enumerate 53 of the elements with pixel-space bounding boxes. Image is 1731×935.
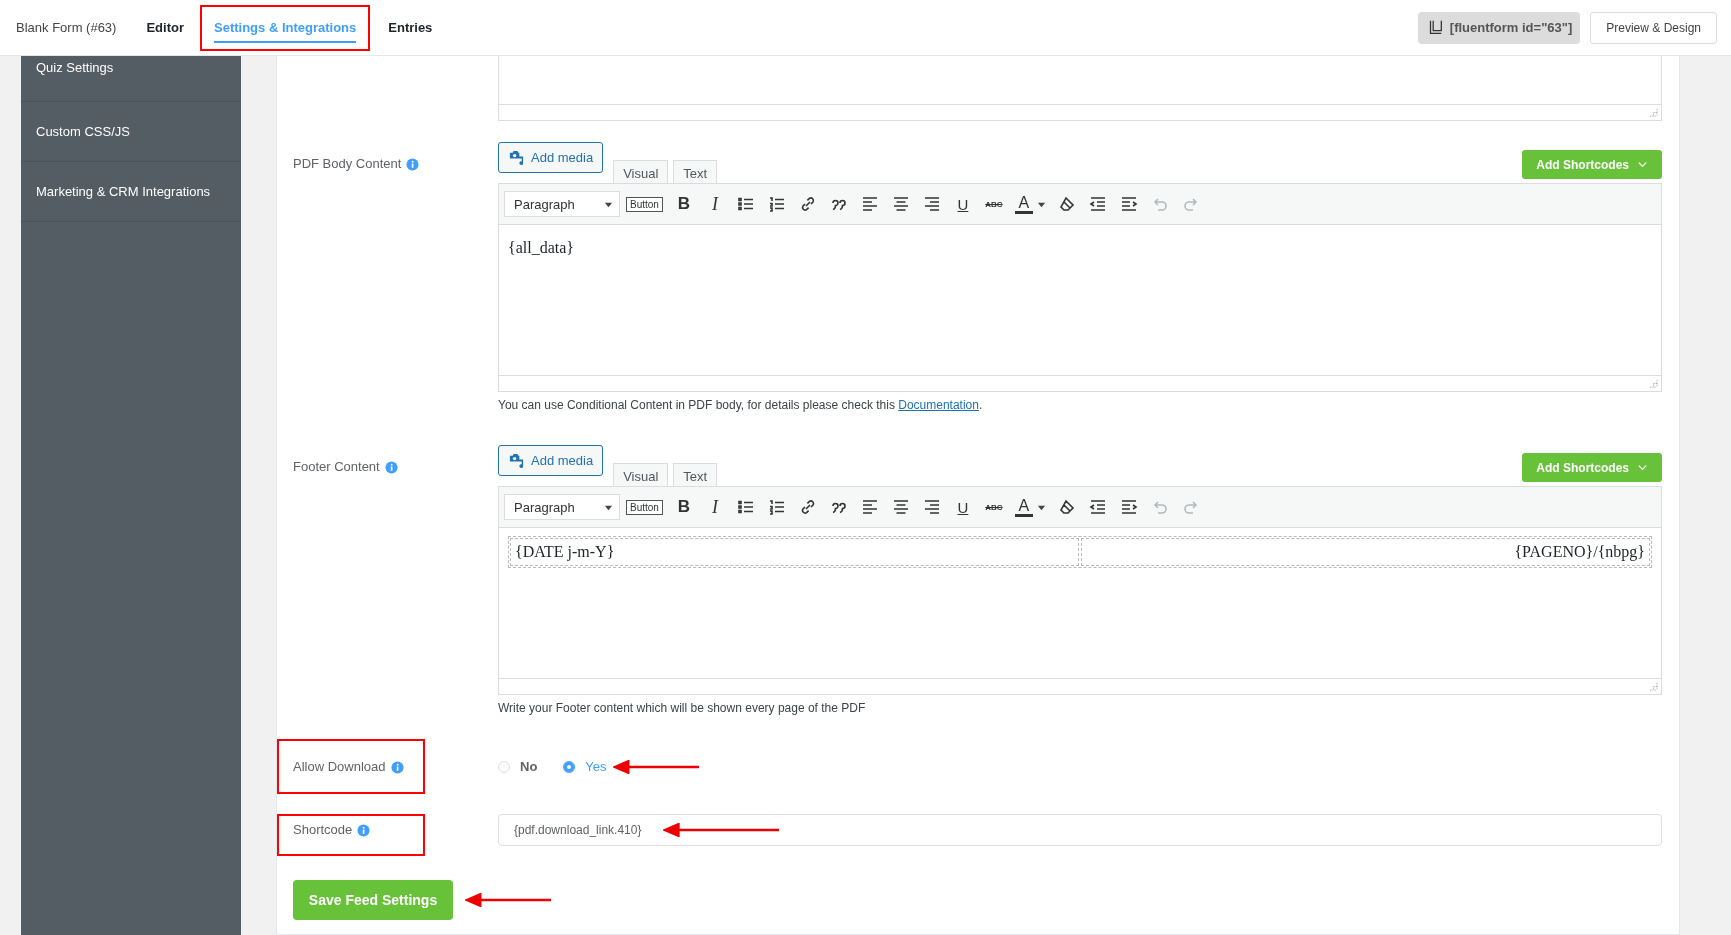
- info-icon: [390, 761, 404, 774]
- info-icon: [357, 824, 371, 837]
- help-text: You can use Conditional Content in PDF body, for details please check this Documentation.: [498, 398, 984, 412]
- shortcode-badge[interactable]: [fluentform id="63"]: [1417, 11, 1581, 44]
- tab[interactable]: Editor: [146, 0, 184, 56]
- add-media-button[interactable]: Add media: [498, 142, 604, 173]
- editor-text: {all_data}: [508, 239, 575, 257]
- sidebar-item[interactable]: Marketing & CRM Integrations: [21, 162, 241, 222]
- format-dropdown[interactable]: Paragraph: [504, 494, 620, 520]
- editor-mode-tab[interactable]: Visual: [613, 463, 669, 486]
- toolbar-button[interactable]: B: [673, 497, 694, 517]
- toolbar-button[interactable]: I: [704, 193, 725, 215]
- toolbar-button[interactable]: ABC: [983, 199, 1004, 209]
- radio-option[interactable]: No: [498, 759, 538, 774]
- text-color-button[interactable]: A: [1014, 194, 1033, 214]
- editor-mode-tab[interactable]: Visual: [613, 160, 669, 183]
- resize-grip-icon: [1649, 682, 1658, 691]
- editor-mode-tab[interactable]: Text: [673, 160, 718, 183]
- outdent-icon[interactable]: [1087, 497, 1108, 517]
- field-label: Allow Download: [293, 759, 386, 774]
- media-icon: [508, 452, 525, 469]
- resize-grip-icon: [1649, 379, 1658, 388]
- media-icon: [508, 149, 525, 166]
- toolbar-button[interactable]: I: [704, 496, 725, 518]
- chevron-down-icon: [1637, 159, 1648, 170]
- tab[interactable]: Entries: [388, 0, 433, 56]
- chevron-down-icon: [1637, 462, 1648, 473]
- info-icon: [406, 158, 420, 171]
- form-name: Blank Form (#63): [16, 20, 117, 35]
- preview-button[interactable]: Preview & Design: [1590, 11, 1717, 44]
- button-insert-button[interactable]: Button: [626, 499, 663, 515]
- help-text: Write your Footer content which will be shown every page of the PDF: [498, 701, 867, 715]
- toolbar-button[interactable]: U: [952, 498, 973, 516]
- button-insert-button[interactable]: Button: [626, 196, 663, 212]
- resize-grip-icon: [1649, 108, 1658, 117]
- table-cell: {DATE j-m-Y}: [510, 538, 1079, 566]
- toolbar-button[interactable]: ABC: [983, 502, 1004, 512]
- sidebar-item[interactable]: Custom CSS/JS: [21, 102, 241, 162]
- text-color-button[interactable]: A: [1014, 497, 1033, 517]
- field-label: Footer Content: [293, 459, 380, 474]
- outdent-icon[interactable]: [1087, 194, 1108, 214]
- sidebar-item[interactable]: Quiz Settings: [21, 56, 241, 102]
- field-label: Shortcode: [293, 822, 353, 837]
- toolbar-button[interactable]: B: [673, 194, 694, 214]
- info-icon: [384, 461, 398, 474]
- field-label: PDF Body Content: [293, 156, 402, 171]
- documentation-link[interactable]: Documentation: [898, 398, 979, 412]
- add-media-button[interactable]: Add media: [498, 445, 604, 476]
- editor-mode-tab[interactable]: Text: [673, 463, 718, 486]
- shortcode-field[interactable]: {pdf.download_link.410}: [498, 814, 1662, 846]
- format-dropdown[interactable]: Paragraph: [504, 191, 620, 217]
- toolbar-button[interactable]: U: [952, 195, 973, 213]
- table-cell: {PAGENO}/{nbpg}: [1081, 538, 1650, 566]
